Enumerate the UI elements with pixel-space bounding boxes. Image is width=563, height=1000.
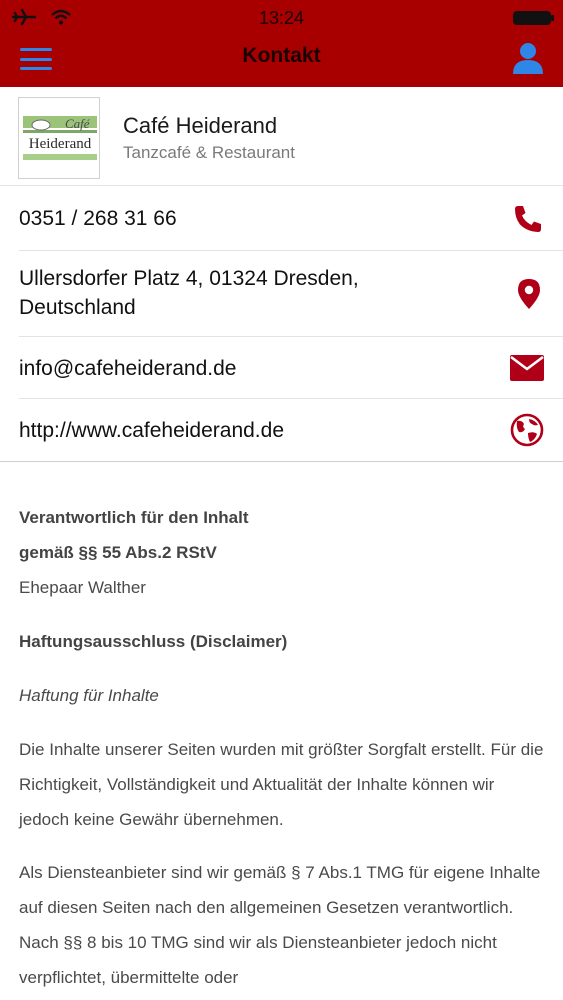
user-icon[interactable]	[511, 41, 545, 75]
liability-subheading: Haftung für Inhalte	[19, 686, 159, 705]
address-row[interactable]: Ullersdorfer Platz 4, 01324 Dresden, Deu…	[19, 251, 563, 337]
company-header: Café Heiderand Café Heiderand Tanzcafé &…	[0, 87, 563, 186]
legal-paragraph: Als Diensteanbieter sind wir gemäß § 7 A…	[19, 863, 541, 987]
responsible-person: Ehepaar Walther	[19, 578, 146, 597]
status-bar: 13:24	[0, 0, 563, 36]
section-divider	[0, 461, 563, 462]
page-title: Kontakt	[242, 44, 321, 67]
website-row[interactable]: http://www.cafeheiderand.de	[19, 399, 563, 461]
battery-icon	[513, 11, 554, 25]
svg-text:Heiderand: Heiderand	[29, 136, 92, 152]
globe-icon	[510, 413, 544, 447]
nav-bar: Kontakt	[0, 36, 563, 87]
svg-text:Café: Café	[65, 116, 91, 131]
email-row[interactable]: info@cafeheiderand.de	[19, 337, 563, 399]
logo-image: Café Heiderand	[19, 98, 99, 178]
responsible-law-reference: gemäß §§ 55 Abs.2 RStV	[19, 543, 217, 562]
phone-row[interactable]: 0351 / 268 31 66	[19, 186, 563, 251]
company-logo: Café Heiderand	[18, 97, 100, 179]
company-name: Café Heiderand	[123, 113, 278, 138]
phone-number: 0351 / 268 31 66	[19, 207, 177, 230]
email-address: info@cafeheiderand.de	[19, 357, 237, 380]
address-text: Ullersdorfer Platz 4, 01324 Dresden, Deu…	[19, 267, 359, 319]
website-url: http://www.cafeheiderand.de	[19, 419, 285, 442]
legal-section: Verantwortlich für den Inhalt gemäß §§ 5…	[19, 500, 544, 995]
legal-paragraph: Die Inhalte unserer Seiten wurden mit gr…	[19, 740, 544, 829]
map-pin-icon	[518, 279, 540, 309]
app-header: 13:24 Kontakt	[0, 0, 563, 87]
status-time: 13:24	[258, 8, 305, 28]
responsible-heading: Verantwortlich für den Inhalt	[19, 508, 249, 527]
company-subtitle: Tanzcafé & Restaurant	[123, 143, 295, 162]
envelope-icon	[510, 355, 544, 381]
phone-icon	[515, 206, 541, 232]
contact-section: Café Heiderand Café Heiderand Tanzcafé &…	[0, 87, 563, 462]
disclaimer-heading: Haftungsausschluss (Disclaimer)	[19, 632, 288, 651]
